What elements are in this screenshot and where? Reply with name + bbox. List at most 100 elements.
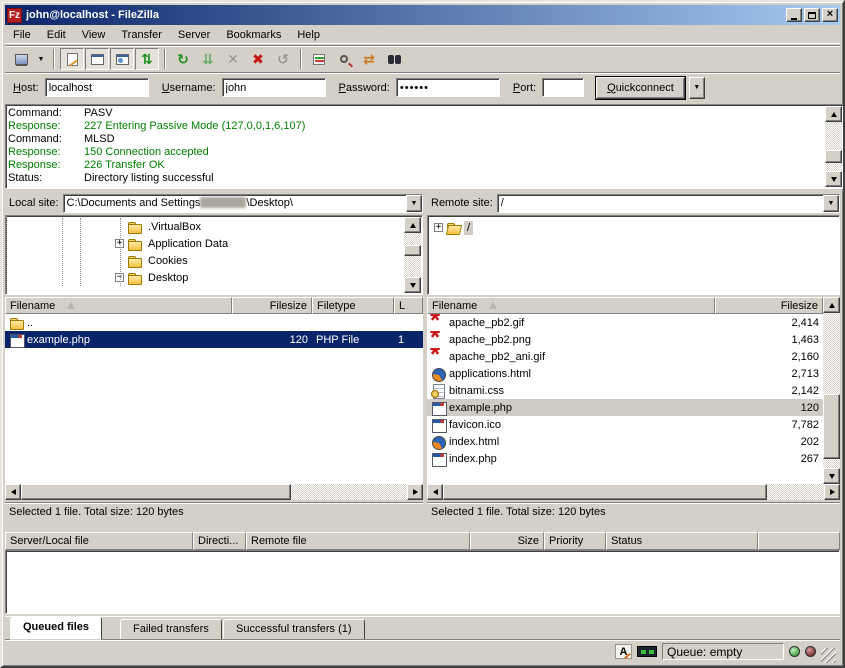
quickconnect-dropdown[interactable]: ▼ bbox=[689, 77, 705, 99]
directory-comparison-button[interactable] bbox=[332, 48, 356, 70]
process-queue-button[interactable]: ⇊ bbox=[196, 48, 220, 70]
tree-item[interactable]: Cookies bbox=[8, 252, 403, 269]
php-file-icon bbox=[431, 452, 447, 466]
column-header-filesize[interactable]: Filesize bbox=[232, 297, 312, 314]
scroll-left-button[interactable] bbox=[427, 484, 443, 500]
scroll-down-button[interactable] bbox=[823, 468, 840, 484]
tab-successful-transfers[interactable]: Successful transfers (1) bbox=[223, 619, 365, 640]
password-input[interactable] bbox=[396, 78, 500, 97]
remote-list-body: apache_pb2.gif 2,414 apache_pb2.png 1,46… bbox=[427, 314, 823, 484]
menu-transfer[interactable]: Transfer bbox=[113, 27, 170, 43]
remote-site-combobox[interactable]: / ▼ bbox=[497, 194, 840, 213]
port-input[interactable] bbox=[542, 78, 584, 97]
scroll-right-button[interactable] bbox=[824, 484, 840, 500]
column-header-remote-file[interactable]: Remote file bbox=[246, 532, 470, 550]
log-line: Command:PASV bbox=[8, 107, 824, 120]
file-row[interactable]: bitnami.css 2,142 bbox=[427, 382, 823, 399]
find-files-button[interactable] bbox=[382, 48, 406, 70]
scroll-left-button[interactable] bbox=[5, 484, 21, 500]
column-header-direction[interactable]: Directi... bbox=[193, 532, 246, 550]
menu-bookmarks[interactable]: Bookmarks bbox=[218, 27, 289, 43]
local-tree-scrollbar[interactable] bbox=[404, 217, 421, 293]
close-button[interactable]: × bbox=[822, 8, 838, 22]
remote-vscrollbar[interactable] bbox=[823, 297, 840, 484]
minimize-button[interactable] bbox=[786, 8, 802, 22]
toggle-remote-tree-button[interactable] bbox=[110, 48, 134, 70]
file-row[interactable]: example.php 120 bbox=[427, 399, 823, 416]
menu-help[interactable]: Help bbox=[289, 27, 328, 43]
quickconnect-button[interactable]: Quickconnect bbox=[596, 77, 685, 99]
file-row[interactable]: index.php 267 bbox=[427, 450, 823, 467]
refresh-button[interactable]: ↻ bbox=[171, 48, 195, 70]
local-hscrollbar[interactable] bbox=[5, 484, 423, 500]
tree-item-root[interactable]: + / bbox=[434, 219, 835, 236]
column-header-size[interactable]: Size bbox=[470, 532, 544, 550]
tree-item[interactable]: − Desktop bbox=[8, 269, 403, 286]
column-header-status[interactable]: Status bbox=[606, 532, 758, 550]
toggle-local-tree-button[interactable] bbox=[85, 48, 109, 70]
tab-queued-files[interactable]: Queued files bbox=[10, 617, 102, 640]
username-input[interactable] bbox=[222, 78, 326, 97]
remote-hscrollbar[interactable] bbox=[427, 484, 840, 500]
window-title: john@localhost - FileZilla bbox=[26, 9, 786, 21]
log-scrollbar[interactable] bbox=[825, 106, 842, 187]
column-header-filetype[interactable]: Filetype bbox=[312, 297, 394, 314]
queue-list-body[interactable] bbox=[5, 550, 840, 614]
reconnect-button[interactable]: ↺ bbox=[271, 48, 295, 70]
local-site-combobox[interactable]: C:\Documents and Settings\Desktop\ ▼ bbox=[63, 194, 423, 213]
close-icon: × bbox=[827, 9, 833, 20]
queue-tabs: Queued files Failed transfers Successful… bbox=[5, 616, 840, 641]
transfer-queue-icon: ⇅ bbox=[141, 52, 153, 66]
file-row[interactable]: apache_pb2_ani.gif 2,160 bbox=[427, 348, 823, 365]
menu-server[interactable]: Server bbox=[170, 27, 218, 43]
column-header-lastmodified[interactable]: L bbox=[394, 297, 423, 314]
menu-file[interactable]: File bbox=[5, 27, 39, 43]
site-manager-dropdown[interactable]: ▼ bbox=[34, 48, 48, 70]
queue-header: Server/Local file Directi... Remote file… bbox=[5, 532, 840, 550]
title-bar[interactable]: Fz john@localhost - FileZilla × bbox=[5, 5, 840, 25]
maximize-icon bbox=[808, 12, 816, 19]
tree-item[interactable]: + Application Data bbox=[8, 235, 403, 252]
file-row[interactable]: favicon.ico 7,782 bbox=[427, 416, 823, 433]
local-site-dropdown[interactable]: ▼ bbox=[406, 195, 422, 212]
chevron-down-icon: ▼ bbox=[38, 56, 45, 63]
scroll-up-button[interactable] bbox=[825, 106, 842, 122]
expand-icon[interactable]: + bbox=[434, 223, 443, 232]
file-row[interactable]: example.php 120 PHP File 1 bbox=[5, 331, 423, 348]
toggle-transfer-queue-button[interactable]: ⇅ bbox=[135, 48, 159, 70]
column-header-priority[interactable]: Priority bbox=[544, 532, 606, 550]
file-row[interactable]: applications.html 2,713 bbox=[427, 365, 823, 382]
tree-item[interactable]: .VirtualBox bbox=[8, 218, 403, 235]
tab-failed-transfers[interactable]: Failed transfers bbox=[120, 619, 222, 640]
scroll-up-button[interactable] bbox=[823, 297, 840, 313]
column-header-local-file[interactable]: Server/Local file bbox=[5, 532, 193, 550]
file-row[interactable]: apache_pb2.gif 2,414 bbox=[427, 314, 823, 331]
scroll-down-button[interactable] bbox=[825, 171, 842, 187]
toggle-message-log-button[interactable] bbox=[60, 48, 84, 70]
column-header-filesize[interactable]: Filesize bbox=[715, 297, 823, 314]
disconnect-button[interactable]: ✖ bbox=[246, 48, 270, 70]
resize-grip[interactable] bbox=[821, 648, 836, 663]
remote-site-dropdown[interactable]: ▼ bbox=[823, 195, 839, 212]
scroll-down-button[interactable] bbox=[404, 277, 421, 293]
column-header-filename[interactable]: Filename bbox=[5, 297, 232, 314]
speed-limit-indicator-icon[interactable] bbox=[637, 646, 657, 657]
chevron-down-icon: ▼ bbox=[693, 84, 700, 91]
menu-edit[interactable]: Edit bbox=[39, 27, 74, 43]
menu-view[interactable]: View bbox=[74, 27, 114, 43]
filter-button[interactable] bbox=[307, 48, 331, 70]
site-manager-button[interactable] bbox=[9, 48, 33, 70]
synchronized-browsing-button[interactable]: ⇄ bbox=[357, 48, 381, 70]
file-row[interactable]: apache_pb2.png 1,463 bbox=[427, 331, 823, 348]
scroll-right-button[interactable] bbox=[407, 484, 423, 500]
datatype-ascii-icon[interactable]: A bbox=[615, 644, 632, 659]
maximize-button[interactable] bbox=[804, 8, 820, 22]
folder-icon bbox=[127, 254, 143, 268]
cancel-button[interactable]: ✕ bbox=[221, 48, 245, 70]
column-header-filename[interactable]: Filename bbox=[427, 297, 715, 314]
file-row[interactable]: index.html 202 bbox=[427, 433, 823, 450]
file-row[interactable]: .. bbox=[5, 314, 423, 331]
scroll-up-button[interactable] bbox=[404, 217, 421, 233]
host-input[interactable] bbox=[45, 78, 149, 97]
log-line: Response:227 Entering Passive Mode (127,… bbox=[8, 120, 824, 133]
